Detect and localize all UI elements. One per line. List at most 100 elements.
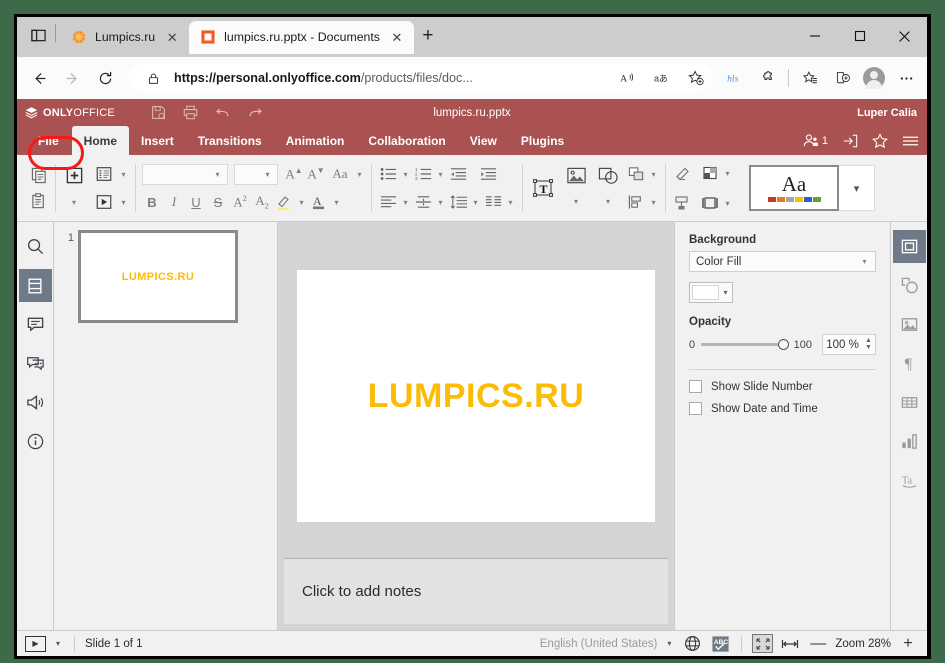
change-case-icon[interactable]: Aa xyxy=(328,166,352,182)
current-slide[interactable]: LUMPICS.RU xyxy=(297,270,655,522)
sidebar-item-search[interactable] xyxy=(19,230,52,263)
opacity-slider[interactable] xyxy=(701,339,789,350)
collections-icon[interactable]: hls xyxy=(720,63,750,93)
fit-to-slide-icon[interactable] xyxy=(752,634,774,653)
bold-button[interactable]: B xyxy=(142,195,162,210)
zoom-in-button[interactable]: + xyxy=(897,635,919,653)
sidebar-item-chart-settings[interactable] xyxy=(893,425,926,458)
tab-transitions[interactable]: Transitions xyxy=(186,126,274,155)
save-icon[interactable] xyxy=(145,102,173,124)
coauthor-users-icon[interactable]: 1 xyxy=(803,133,828,148)
font-color-icon[interactable]: A xyxy=(309,191,329,213)
star-icon[interactable] xyxy=(872,132,888,149)
opacity-slider-knob[interactable] xyxy=(777,339,789,350)
slide-transition-icon[interactable] xyxy=(92,190,116,214)
clear-style-icon[interactable] xyxy=(672,162,692,184)
insert-image-icon[interactable] xyxy=(562,164,590,190)
text-box-icon[interactable]: T xyxy=(529,174,557,202)
thumbnail-row[interactable]: 1 LUMPICS.RU xyxy=(60,230,277,323)
sidebar-item-feedback[interactable] xyxy=(19,386,52,419)
italic-button[interactable]: I xyxy=(164,194,184,210)
chevron-down-icon[interactable]: ▾ xyxy=(648,163,659,185)
chevron-down-icon[interactable]: ▾ xyxy=(663,639,675,648)
sidebar-item-image-settings[interactable] xyxy=(893,308,926,341)
copy-icon[interactable] xyxy=(29,164,49,186)
tab-insert[interactable]: Insert xyxy=(129,126,186,155)
tab-view[interactable]: View xyxy=(458,126,509,155)
translate-icon[interactable]: aあ xyxy=(649,65,675,91)
onlyoffice-logo[interactable]: ONLYOFFICE xyxy=(25,106,115,119)
theme-expand-chevron-down-icon[interactable]: ▾ xyxy=(839,165,875,211)
columns-icon[interactable] xyxy=(483,191,503,213)
zoom-out-button[interactable]: — xyxy=(807,635,829,653)
numbered-list-icon[interactable]: 123 xyxy=(413,163,433,185)
chevron-down-icon[interactable]: ▾ xyxy=(859,251,870,273)
decrease-indent-icon[interactable] xyxy=(448,163,468,185)
slide-thumbnail-1[interactable]: LUMPICS.RU xyxy=(78,230,238,323)
sidebar-item-comments[interactable] xyxy=(19,308,52,341)
close-window-icon[interactable] xyxy=(882,17,927,55)
chevron-down-icon[interactable]: ▾ xyxy=(296,191,307,213)
sidebar-item-shape-settings[interactable] xyxy=(893,269,926,302)
chevron-down-icon[interactable]: ▾ xyxy=(118,163,129,185)
sidebar-item-about[interactable] xyxy=(19,425,52,458)
add-slide-icon[interactable] xyxy=(62,163,86,187)
chevron-down-icon[interactable]: ▾ xyxy=(562,191,590,213)
strikethrough-button[interactable]: S xyxy=(208,195,228,210)
zoom-level-label[interactable]: Zoom 28% xyxy=(835,638,891,650)
undo-icon[interactable] xyxy=(209,102,237,124)
increase-indent-icon[interactable] xyxy=(478,163,498,185)
show-date-and-time-checkbox[interactable] xyxy=(689,402,702,415)
fill-color-button[interactable]: ▾ xyxy=(689,282,733,303)
favorites-list-icon[interactable] xyxy=(795,63,825,93)
bullet-list-icon[interactable] xyxy=(378,163,398,185)
redo-icon[interactable] xyxy=(241,102,269,124)
spinner-arrows[interactable]: ▲ ▼ xyxy=(862,337,875,351)
tab-plugins[interactable]: Plugins xyxy=(509,126,576,155)
arrange-shape-icon[interactable] xyxy=(626,163,646,185)
chevron-down-icon[interactable]: ▾ xyxy=(354,163,365,185)
sidebar-item-slide-settings[interactable] xyxy=(892,230,926,263)
read-aloud-icon[interactable]: A xyxy=(615,65,641,91)
tab-collaboration[interactable]: Collaboration xyxy=(356,126,457,155)
extensions-icon[interactable] xyxy=(752,63,782,93)
tab-animation[interactable]: Animation xyxy=(274,126,357,155)
chevron-down-icon[interactable]: ▾ xyxy=(505,191,516,213)
chevron-down-icon[interactable]: ▾ xyxy=(435,163,446,185)
decrease-font-size-icon[interactable]: A▼ xyxy=(306,166,326,182)
chevron-down-icon[interactable]: ▾ xyxy=(118,191,129,213)
sidebar-item-paragraph-settings[interactable]: ¶ xyxy=(893,347,926,380)
chevron-down-icon[interactable]: ▾ xyxy=(212,163,223,185)
sidebar-item-table-settings[interactable] xyxy=(893,386,926,419)
browser-tab-1[interactable]: lumpics.ru.pptx - Documents ✕ xyxy=(189,20,414,54)
profile-avatar-icon[interactable] xyxy=(859,63,889,93)
back-arrow-icon[interactable] xyxy=(23,62,55,94)
chevron-down-icon[interactable]: ▾ xyxy=(722,162,733,184)
hamburger-menu-icon[interactable] xyxy=(902,134,919,148)
chevron-down-icon[interactable]: ▾ xyxy=(400,163,411,185)
user-name[interactable]: Luper Calia xyxy=(857,107,917,119)
chevron-down-icon[interactable]: ▾ xyxy=(435,191,446,213)
slide-canvas[interactable]: LUMPICS.RU xyxy=(278,222,674,558)
chevron-down-icon[interactable]: ▾ xyxy=(470,191,481,213)
chevron-down-icon[interactable]: ▾ xyxy=(262,163,273,185)
fit-to-width-icon[interactable] xyxy=(779,634,801,654)
slide-title-text[interactable]: LUMPICS.RU xyxy=(368,377,585,416)
align-shape-icon[interactable] xyxy=(626,191,646,213)
refresh-icon[interactable] xyxy=(89,62,121,94)
sidebar-item-text-art-settings[interactable]: Ta xyxy=(893,464,926,497)
split-screen-icon[interactable] xyxy=(827,63,857,93)
shape-fill-icon[interactable] xyxy=(700,162,720,184)
tab-actions-icon[interactable] xyxy=(23,20,53,50)
add-favorite-icon[interactable] xyxy=(683,65,709,91)
chevron-down-icon[interactable]: ▾ xyxy=(648,191,659,213)
spellcheck-abc-icon[interactable]: ABC xyxy=(709,634,731,654)
show-date-and-time-row[interactable]: Show Date and Time xyxy=(689,402,876,415)
chevron-down-icon[interactable]: ▾ xyxy=(594,191,622,213)
address-bar[interactable]: https://personal.onlyoffice.com/products… xyxy=(128,64,713,92)
more-options-icon[interactable] xyxy=(891,63,921,93)
chevron-down-icon[interactable]: ▾ xyxy=(400,191,411,213)
sidebar-item-slides[interactable] xyxy=(18,269,52,302)
chevron-down-icon[interactable]: ▾ xyxy=(722,192,733,214)
new-tab-button[interactable]: + xyxy=(414,22,442,50)
